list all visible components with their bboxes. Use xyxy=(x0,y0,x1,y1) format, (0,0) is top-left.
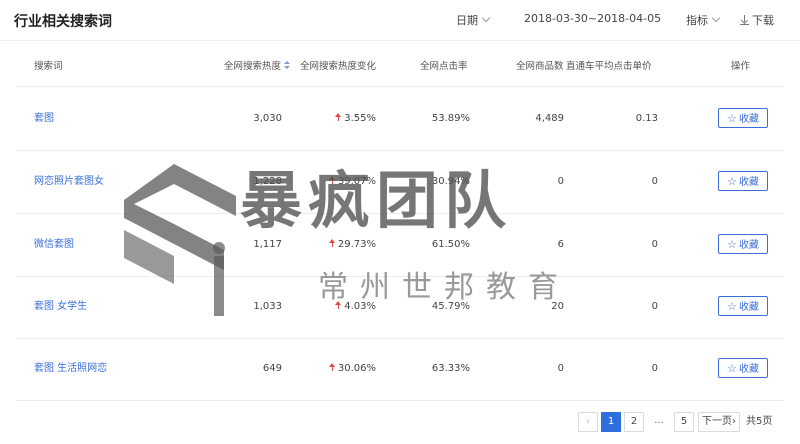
sort-icon[interactable] xyxy=(284,61,291,70)
arrow-up-icon xyxy=(328,239,336,247)
star-icon: ☆ xyxy=(727,300,737,313)
products-value: 0 xyxy=(557,363,564,374)
next-page-button[interactable]: 下一页› xyxy=(698,412,740,432)
table-row: 套图 生活照网恋 649 30.06% 63.33% 0 0 ☆ 收藏 xyxy=(0,338,800,400)
chevron-down-icon xyxy=(711,13,721,23)
heat-change-value: 29.73% xyxy=(320,214,376,276)
keyword-link[interactable]: 套图 女学生 xyxy=(34,276,87,338)
ctr-value: 45.79% xyxy=(431,301,470,312)
col-header-heat-label: 全网搜索热度 xyxy=(224,61,282,72)
products-value: 6 xyxy=(557,239,564,250)
star-icon: ☆ xyxy=(727,362,737,375)
heat-change-value: 3.55% xyxy=(320,88,376,150)
date-dropdown[interactable]: 日期 xyxy=(456,12,491,28)
page-button-2[interactable]: 2 xyxy=(624,412,644,432)
page-button-1[interactable]: 1 xyxy=(601,412,621,432)
heat-value: 1,228 xyxy=(253,176,282,187)
metric-dropdown[interactable]: 指标 xyxy=(686,12,721,28)
heat-change-value: 4.03% xyxy=(320,276,376,338)
download-label: 下载 xyxy=(752,14,774,27)
favorite-button[interactable]: ☆ 收藏 xyxy=(718,296,768,316)
download-icon xyxy=(740,15,749,25)
table-row: 微信套图 1,117 29.73% 61.50% 6 0 ☆ 收藏 xyxy=(0,214,800,276)
col-header-products[interactable]: 全网商品数 xyxy=(516,58,564,72)
products-value: 20 xyxy=(551,301,564,312)
ctr-value: 53.89% xyxy=(431,113,470,124)
ctr-value: 30.94% xyxy=(431,176,470,187)
favorite-button[interactable]: ☆ 收藏 xyxy=(718,108,768,128)
chevron-down-icon xyxy=(481,13,491,23)
heat-change-value: 30.06% xyxy=(320,338,376,400)
cpc-value: 0 xyxy=(651,176,658,187)
arrow-up-icon xyxy=(328,363,336,371)
col-header-ctr[interactable]: 全网点击率 xyxy=(420,58,468,72)
heat-value: 1,117 xyxy=(253,239,282,250)
prev-page-button[interactable]: ‹ xyxy=(578,412,598,432)
heat-change-value: 39.07% xyxy=(320,151,376,213)
cpc-value: 0 xyxy=(651,301,658,312)
keyword-link[interactable]: 套图 生活照网恋 xyxy=(34,338,107,400)
page-button-5[interactable]: 5 xyxy=(674,412,694,432)
col-header-cpc[interactable]: 直通车平均点击单价 xyxy=(566,58,652,72)
keyword-link[interactable]: 套图 xyxy=(34,88,54,150)
heat-value: 649 xyxy=(262,363,282,374)
keyword-link[interactable]: 网恋照片套图女 xyxy=(34,151,104,213)
col-header-keyword: 搜索词 xyxy=(34,61,63,72)
products-value: 4,489 xyxy=(535,113,564,124)
page-ellipsis: ... xyxy=(654,415,664,426)
page-total: 共5页 xyxy=(746,416,773,427)
table-row: 网恋照片套图女 1,228 39.07% 30.94% 0 0 ☆ 收藏 xyxy=(0,151,800,213)
star-icon: ☆ xyxy=(727,112,737,125)
divider xyxy=(16,86,784,87)
metric-label: 指标 xyxy=(686,14,708,27)
download-button[interactable]: 下载 xyxy=(740,12,774,28)
date-range: 2018-03-30~2018-04-05 xyxy=(524,12,662,25)
col-header-heat[interactable]: 全网搜索热度 xyxy=(224,58,291,72)
heat-value: 1,033 xyxy=(253,301,282,312)
arrow-up-icon xyxy=(328,176,336,184)
favorite-button[interactable]: ☆ 收藏 xyxy=(718,234,768,254)
products-value: 0 xyxy=(557,176,564,187)
table-row: 套图 3,030 3.55% 53.89% 4,489 0.13 ☆ 收藏 xyxy=(0,88,800,150)
cpc-value: 0 xyxy=(651,363,658,374)
ctr-value: 63.33% xyxy=(431,363,470,374)
favorite-button[interactable]: ☆ 收藏 xyxy=(718,358,768,378)
star-icon: ☆ xyxy=(727,238,737,251)
cpc-value: 0 xyxy=(651,239,658,250)
ctr-value: 61.50% xyxy=(431,239,470,250)
header-bar: 行业相关搜索词 日期 2018-03-30~2018-04-05 指标 下载 xyxy=(0,0,800,41)
divider xyxy=(16,400,784,401)
arrow-up-icon xyxy=(335,113,342,121)
cpc-value: 0.13 xyxy=(635,113,658,124)
col-header-action: 操作 xyxy=(731,61,751,72)
favorite-button[interactable]: ☆ 收藏 xyxy=(718,171,768,191)
star-icon: ☆ xyxy=(727,175,737,188)
keyword-link[interactable]: 微信套图 xyxy=(34,214,74,276)
arrow-up-icon xyxy=(335,301,342,309)
table-row: 套图 女学生 1,033 4.03% 45.79% 20 0 ☆ 收藏 xyxy=(0,276,800,338)
col-header-heat-change[interactable]: 全网搜索热度变化 xyxy=(300,58,376,72)
page-title: 行业相关搜索词 xyxy=(14,14,112,30)
date-label: 日期 xyxy=(456,14,478,27)
heat-value: 3,030 xyxy=(253,113,282,124)
